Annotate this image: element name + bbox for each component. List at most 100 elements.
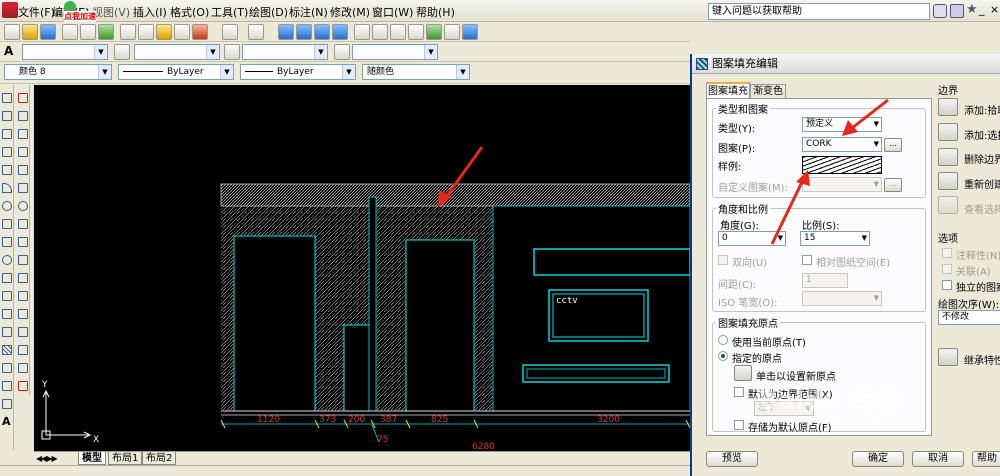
undo-icon[interactable] — [222, 24, 238, 40]
tab-gradient[interactable]: 渐变色 — [750, 84, 786, 98]
communication-icon[interactable] — [950, 4, 964, 18]
sheet-set-icon[interactable] — [408, 24, 424, 40]
offset-icon[interactable] — [18, 147, 28, 157]
scale-select[interactable]: 15 ▼ — [800, 231, 870, 246]
calculator-icon[interactable] — [444, 24, 460, 40]
text-style-combo[interactable]: ▼ — [22, 44, 108, 60]
circle-icon[interactable] — [2, 201, 12, 211]
rotate-icon[interactable] — [18, 201, 28, 211]
close-icon[interactable]: × — [990, 3, 999, 16]
break-at-point-icon[interactable] — [18, 291, 28, 301]
publish-icon[interactable] — [98, 24, 114, 40]
dim-style-combo[interactable]: ▼ — [134, 44, 220, 60]
scale-icon[interactable] — [18, 219, 28, 229]
ellipse-arc-icon[interactable] — [2, 273, 12, 283]
help-button[interactable]: 帮助 — [972, 451, 1000, 467]
plotstyle-combo[interactable]: 随颜色 ▼ — [362, 64, 470, 80]
save-icon[interactable] — [40, 24, 56, 40]
zoom-previous-icon[interactable] — [332, 24, 348, 40]
cut-icon[interactable] — [120, 24, 136, 40]
table-style-combo[interactable]: ▼ — [242, 44, 328, 60]
multiline-text-icon[interactable]: A — [2, 415, 11, 428]
help-search-input[interactable]: 键入问题以获取帮助 — [708, 3, 930, 20]
menu-window[interactable]: 窗口(W) — [372, 4, 413, 20]
move-icon[interactable] — [18, 183, 28, 193]
menu-modify[interactable]: 修改(M) — [330, 4, 370, 20]
hatch-icon[interactable] — [2, 345, 12, 355]
pattern-select[interactable]: CORK ▼ — [802, 137, 882, 152]
inherit-properties-icon[interactable] — [938, 348, 958, 366]
properties-icon[interactable] — [354, 24, 370, 40]
use-current-origin-radio[interactable] — [718, 335, 728, 345]
array-icon[interactable] — [18, 165, 28, 175]
help-icon[interactable] — [462, 24, 478, 40]
mirror-icon[interactable] — [18, 129, 28, 139]
arc-icon[interactable] — [2, 183, 12, 193]
lineweight-combo[interactable]: ByLayer ▼ — [240, 64, 356, 80]
separate-hatches-checkbox[interactable] — [942, 280, 952, 290]
minimize-icon[interactable]: _ — [979, 3, 985, 16]
point-icon[interactable] — [2, 327, 12, 337]
copy-object-icon[interactable] — [18, 111, 28, 121]
custom-pattern-browse-button[interactable]: ... — [884, 178, 902, 192]
add-pick-points-icon[interactable] — [938, 98, 958, 116]
draw-order-select[interactable]: 不修改 — [938, 310, 1000, 325]
line-icon[interactable] — [2, 93, 12, 103]
store-default-checkbox[interactable] — [734, 420, 744, 430]
color-combo[interactable]: 颜色 8 ▼ — [4, 64, 112, 80]
preview-button[interactable]: 预览 — [706, 451, 758, 467]
inherit-properties-label[interactable]: 继承特性 — [964, 352, 1000, 367]
star-icon[interactable]: ★ — [966, 2, 978, 17]
table-style-icon[interactable] — [224, 44, 240, 60]
new-icon[interactable] — [4, 24, 20, 40]
menu-dimension[interactable]: 标注(N) — [289, 4, 328, 20]
add-pick-points-label[interactable]: 添加:拾取 — [964, 102, 1000, 117]
erase-icon[interactable] — [18, 93, 28, 103]
remove-boundary-icon[interactable] — [938, 148, 958, 166]
associative-checkbox[interactable] — [942, 264, 952, 274]
custom-pattern-select[interactable]: ▼ — [802, 177, 882, 192]
ellipse-icon[interactable] — [2, 255, 12, 265]
markup-icon[interactable] — [426, 24, 442, 40]
ok-button[interactable]: 确定 — [852, 451, 904, 467]
multileader-style-combo[interactable]: ▼ — [352, 44, 438, 60]
set-origin-button[interactable] — [734, 365, 752, 381]
menu-file[interactable]: 文件(F) — [18, 4, 55, 20]
design-center-icon[interactable] — [372, 24, 388, 40]
rectangle-icon[interactable] — [2, 165, 12, 175]
view-selections-icon[interactable] — [938, 196, 958, 214]
pattern-sample-swatch[interactable] — [802, 156, 882, 174]
region-icon[interactable] — [2, 381, 12, 391]
redo-icon[interactable] — [248, 24, 264, 40]
tab-model[interactable]: 模型 — [78, 452, 106, 465]
menu-format[interactable]: 格式(O) — [170, 4, 209, 20]
make-block-icon[interactable] — [2, 309, 12, 319]
tab-hatch[interactable]: 图案填充 — [706, 82, 750, 98]
chamfer-icon[interactable] — [18, 345, 28, 355]
fillet-icon[interactable] — [18, 363, 28, 373]
trim-icon[interactable] — [18, 255, 28, 265]
double-checkbox[interactable] — [718, 255, 728, 265]
polygon-icon[interactable] — [2, 147, 12, 157]
dim-style-icon[interactable] — [114, 44, 130, 60]
linetype-combo[interactable]: ByLayer ▼ — [118, 64, 234, 80]
recreate-boundary-icon[interactable] — [938, 172, 958, 190]
remove-boundary-label[interactable]: 删除边界 — [964, 151, 1000, 166]
default-extents-checkbox[interactable] — [734, 387, 744, 397]
tab-layout2[interactable]: 布局2 — [142, 452, 177, 465]
menu-insert[interactable]: 插入(I) — [133, 4, 167, 20]
block-editor-icon[interactable] — [192, 24, 208, 40]
copy-icon[interactable] — [138, 24, 154, 40]
spacing-input[interactable]: 1 — [802, 273, 848, 288]
drawing-canvas[interactable]: cctv 1120 373 200 387 825 3200 75 6280 Y… — [34, 85, 690, 451]
explode-icon[interactable] — [18, 381, 28, 391]
type-select[interactable]: 预定义 ▼ — [802, 117, 882, 132]
tab-layout1[interactable]: 布局1 — [108, 452, 143, 465]
menu-draw[interactable]: 绘图(D) — [249, 4, 288, 20]
print-preview-icon[interactable] — [80, 24, 96, 40]
zoom-realtime-icon[interactable] — [296, 24, 312, 40]
construction-line-icon[interactable] — [2, 111, 12, 121]
relative-paper-checkbox[interactable] — [802, 255, 812, 265]
polyline-icon[interactable] — [2, 129, 12, 139]
cancel-button[interactable]: 取消 — [912, 451, 964, 467]
